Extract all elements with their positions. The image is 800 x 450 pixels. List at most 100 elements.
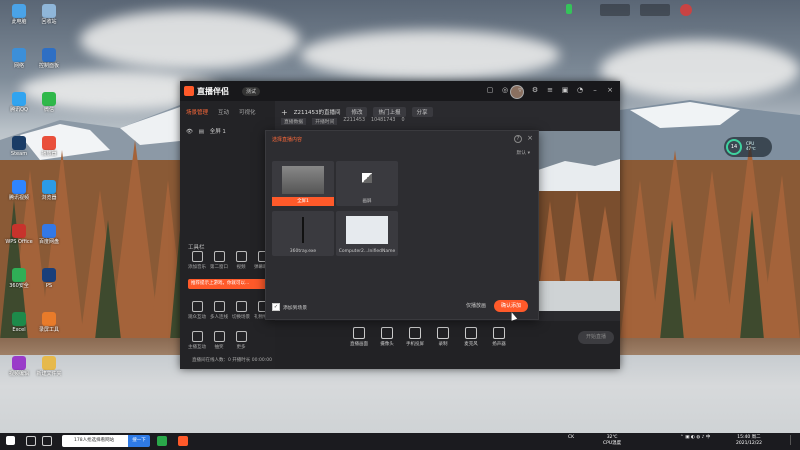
share-button[interactable]: 分享 xyxy=(411,107,433,117)
minimize-icon[interactable]: – xyxy=(591,86,599,94)
desktop-icon[interactable]: 录屏工具 xyxy=(34,312,64,333)
bell-icon[interactable]: ◔ xyxy=(576,86,584,94)
tray-icons[interactable]: ⌃ ▣ ◐ ◍ ♪ 中 xyxy=(680,435,710,441)
close-icon[interactable]: × xyxy=(527,134,533,142)
widgets-icon[interactable] xyxy=(42,436,52,446)
tool-item[interactable]: 切换场景 xyxy=(230,301,252,320)
task-view-icon[interactable] xyxy=(26,436,36,446)
show-desktop-button[interactable] xyxy=(790,435,797,445)
eye-icon[interactable]: 👁 xyxy=(186,129,193,135)
hot-report-button[interactable]: 热门上报 xyxy=(373,107,406,117)
tab-1[interactable]: 互动 xyxy=(218,108,229,116)
app-icon xyxy=(42,224,56,238)
tab-0[interactable]: 场景管理 xyxy=(186,108,208,116)
version-badge[interactable]: 测试 xyxy=(242,87,261,96)
desktop-icon[interactable]: 视频编辑 xyxy=(4,356,34,377)
tool-label: 第二窗口 xyxy=(210,265,228,270)
tree-widget-icon[interactable] xyxy=(566,4,572,16)
desktop-icon[interactable]: 360安全 xyxy=(4,268,34,289)
desktop-icon[interactable]: 百度网盘 xyxy=(34,224,64,245)
lock-icon[interactable]: ▤ xyxy=(199,129,204,135)
tool-item[interactable]: 主播互动 xyxy=(186,331,208,350)
desktop-icon[interactable]: 新建文件夹 xyxy=(34,356,64,377)
desktop-icon-label: 微信 xyxy=(43,107,54,113)
desktop-icon[interactable]: 浏览器 xyxy=(34,180,64,201)
desktop-icon[interactable]: 腾讯QQ xyxy=(4,92,34,113)
room-info-item[interactable]: 开播时间 xyxy=(312,118,338,125)
go-live-button[interactable]: 开始直播 xyxy=(578,331,614,344)
message-icon[interactable]: ▢ xyxy=(486,86,494,94)
bottom-tool-button[interactable]: 麦克风 xyxy=(457,327,485,347)
widget-icon[interactable] xyxy=(680,4,692,16)
lock-icon[interactable]: ▣ xyxy=(561,86,569,94)
tool-item[interactable]: 第二窗口 xyxy=(208,251,230,270)
desktop-icon[interactable]: Steam xyxy=(4,136,34,157)
stream-preview[interactable] xyxy=(535,131,620,311)
close-icon[interactable]: × xyxy=(606,86,614,94)
game-icon[interactable]: ◎ xyxy=(501,86,509,94)
desktop-icon[interactable]: PS xyxy=(34,268,64,289)
tool-item[interactable]: 更多 xyxy=(230,331,252,350)
desktop-icon-label: 视频编辑 xyxy=(8,371,29,377)
clock[interactable]: 15:40 周二 2021/12/22 xyxy=(736,435,762,447)
bottom-toolbar: 直播画面 摄像头 手机投屏 录制 麦克风 扬声器 开始直播 xyxy=(275,321,620,369)
edit-room-button[interactable]: 修改 xyxy=(346,107,368,117)
start-icon[interactable] xyxy=(6,436,15,445)
bottom-tool-button[interactable]: 摄像头 xyxy=(373,327,401,347)
room-info-item[interactable]: 直播数据 xyxy=(281,118,307,125)
weather-widget[interactable] xyxy=(600,4,630,16)
source-card[interactable]: 画屏 xyxy=(336,161,398,206)
source-card[interactable]: 360tray.exe xyxy=(272,211,334,256)
help-icon[interactable]: ? xyxy=(514,135,522,143)
tool-label: 添加音乐 xyxy=(188,265,206,270)
scene-item[interactable]: 👁 ▤ 全屏 1 xyxy=(186,127,226,135)
tool-item[interactable]: 观众互动 xyxy=(186,301,208,320)
lang-indicator[interactable]: CK xyxy=(568,435,574,441)
add-scene-button[interactable]: + xyxy=(281,108,288,117)
taskbar: 178人抢选择看网站 搜一下 CK 32℃ CPU温度 ⌃ ▣ ◐ ◍ ♪ 中 1… xyxy=(0,433,800,450)
confirm-button[interactable]: 确认添加 xyxy=(494,300,528,312)
search-button[interactable]: 搜一下 xyxy=(128,435,150,447)
desktop-icon[interactable]: 网络 xyxy=(4,48,34,69)
bottom-tool-button[interactable]: 录制 xyxy=(429,327,457,347)
streaming-app-taskbar-icon[interactable] xyxy=(178,436,188,446)
tab-2[interactable]: 可视化 xyxy=(239,108,256,116)
desktop-icon[interactable]: 微信 xyxy=(34,92,64,113)
source-card[interactable]: Computer2...lnifiedName xyxy=(336,211,398,256)
bottom-tool-label: 直播画面 xyxy=(350,342,368,347)
add-to-scene-checkbox[interactable]: ✓ 添加到场景 xyxy=(272,303,307,311)
tool-item[interactable]: 视频 xyxy=(230,251,252,270)
bottom-tool-button[interactable]: 手机投屏 xyxy=(401,327,429,347)
desktop-icon[interactable]: 控制面板 xyxy=(34,48,64,69)
tool-label: 抽奖 xyxy=(214,345,224,350)
app-icon xyxy=(12,180,26,194)
tool-icon xyxy=(191,251,203,262)
desktop-icon[interactable]: 此电脑 xyxy=(4,4,34,25)
checkbox-icon[interactable]: ✓ xyxy=(272,303,280,311)
source-card[interactable]: 全屏1 xyxy=(272,161,334,206)
desktop-icon[interactable]: 回收站 xyxy=(34,4,64,25)
tool-item[interactable]: 添加音乐 xyxy=(186,251,208,270)
room-info-item: Z211453 xyxy=(343,118,366,123)
clock-widget[interactable] xyxy=(640,4,670,16)
desktop-icon[interactable]: 腾讯视频 xyxy=(4,180,34,201)
source-thumbnail xyxy=(362,173,372,183)
desktop-icon[interactable]: Excel xyxy=(4,312,34,333)
sort-select[interactable]: 默认 ▾ xyxy=(516,149,530,156)
desktop-icon[interactable]: 播放器 xyxy=(34,136,64,157)
settings-icon[interactable]: ⚙ xyxy=(531,86,539,94)
bottom-tool-button[interactable]: 扬声器 xyxy=(485,327,513,347)
shirt-icon[interactable]: ▿ xyxy=(516,86,524,94)
menu-icon[interactable]: ≡ xyxy=(546,86,554,94)
desktop-icon[interactable]: WPS Office xyxy=(4,224,34,245)
bottom-tool-button[interactable]: 直播画面 xyxy=(345,327,373,347)
cancel-button[interactable]: 仅播放画 xyxy=(466,302,486,309)
tool-item[interactable]: 抽奖 xyxy=(208,331,230,350)
cpu-widget[interactable]: 14 CPU 47℃ xyxy=(724,137,772,157)
temperature[interactable]: 32℃ CPU温度 xyxy=(603,435,621,447)
browser-taskbar-icon[interactable] xyxy=(157,436,167,446)
tip-banner[interactable]: 推荐提示上游戏，你就可以... xyxy=(188,279,271,289)
source-label: 画屏 xyxy=(362,199,372,204)
tool-item[interactable]: 多人连线 xyxy=(208,301,230,320)
source-label: Computer2...lnifiedName xyxy=(338,249,396,254)
